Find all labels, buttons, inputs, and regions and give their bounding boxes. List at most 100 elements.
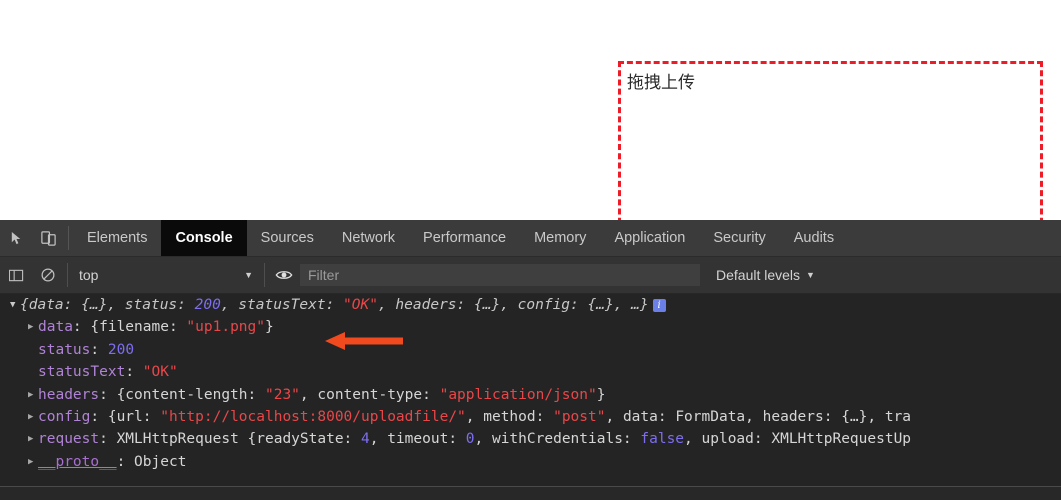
log-levels-selector[interactable]: Default levels ▼	[716, 267, 815, 283]
toolbar-divider-2	[264, 263, 265, 287]
triangle-spacer	[28, 361, 38, 383]
console-token: : {content-length:	[99, 386, 265, 403]
console-line-statusText[interactable]: statusText: "OK"	[0, 361, 1061, 383]
console-token: "application/json"	[439, 386, 597, 403]
console-line-root[interactable]: ▼ {data: {…}, status: 200, statusText: "O…	[0, 294, 1061, 316]
tab-network[interactable]: Network	[328, 220, 409, 256]
tab-elements[interactable]: Elements	[73, 220, 161, 256]
console-token: status	[38, 341, 91, 358]
expand-triangle-open-icon[interactable]: ▼	[10, 294, 20, 316]
tab-performance-label: Performance	[423, 230, 507, 246]
console-token: headers	[38, 386, 100, 403]
info-badge-icon[interactable]: i	[652, 299, 666, 312]
inspect-element-icon[interactable]	[0, 220, 32, 256]
tabbar-divider	[68, 226, 69, 250]
console-prompt-area[interactable]	[0, 487, 1061, 500]
console-token: false	[640, 431, 685, 448]
console-token: "OK"	[142, 364, 178, 381]
console-token: FormData	[675, 408, 746, 425]
tab-performance[interactable]: Performance	[409, 220, 520, 256]
console-token: config	[38, 408, 91, 425]
console-toolbar: top ▼ Default levels ▼	[0, 257, 1061, 294]
console-token: 200	[194, 297, 221, 313]
console-token: , content-type:	[299, 386, 440, 403]
console-token: :	[99, 431, 117, 448]
console-token: }	[265, 319, 274, 336]
console-line-data[interactable]: ▶ data: {filename: "up1.png"}	[0, 316, 1061, 338]
console-token: data	[38, 319, 73, 336]
console-token: statusText	[38, 364, 126, 381]
tab-console-label: Console	[175, 230, 233, 246]
console-token: : {filename:	[72, 319, 187, 336]
console-token: }	[596, 386, 606, 403]
drag-drop-upload-zone[interactable]: 拖拽上传	[618, 61, 1043, 233]
console-token: , headers: {…}, tra	[745, 408, 912, 425]
expand-triangle-closed-icon[interactable]: ▶	[28, 428, 38, 450]
console-filter-input[interactable]	[300, 264, 700, 286]
console-token: {…}	[587, 297, 614, 313]
console-token: , withCredentials:	[474, 431, 641, 448]
console-line-status[interactable]: status: 200	[0, 339, 1061, 361]
console-token: {…}	[81, 297, 108, 313]
devtools-tabbar: Elements Console Sources Network Perform…	[0, 220, 1061, 257]
console-line-proto[interactable]: ▶ __proto__: Object	[0, 451, 1061, 473]
console-token: XMLHttpRequestUp	[771, 431, 912, 448]
tab-audits[interactable]: Audits	[780, 220, 848, 256]
log-levels-label: Default levels	[716, 267, 801, 283]
tab-elements-label: Elements	[87, 230, 148, 246]
console-token: , statusText:	[220, 297, 344, 313]
console-token: "OK"	[343, 297, 378, 313]
console-token: : {url:	[90, 408, 161, 425]
console-token: , timeout:	[369, 431, 466, 448]
tab-security-label: Security	[713, 230, 766, 246]
tab-audits-label: Audits	[793, 230, 835, 246]
chevron-down-icon: ▼	[806, 270, 815, 280]
expand-triangle-closed-icon[interactable]: ▶	[28, 316, 38, 338]
console-token: , data:	[605, 408, 676, 425]
console-output[interactable]: ▼ {data: {…}, status: 200, statusText: "O…	[0, 294, 1061, 500]
console-token: , …}	[613, 297, 649, 313]
console-token: {…}	[474, 297, 501, 313]
expand-triangle-closed-icon[interactable]: ▶	[28, 451, 38, 473]
console-token: , config:	[500, 297, 588, 313]
clear-console-icon[interactable]	[32, 257, 64, 293]
console-token: {readyState:	[238, 431, 362, 448]
tab-application[interactable]: Application	[600, 220, 699, 256]
console-token: , status:	[107, 297, 195, 313]
tab-memory-label: Memory	[534, 230, 587, 246]
console-token: "post"	[553, 408, 606, 425]
tab-memory[interactable]: Memory	[520, 220, 600, 256]
console-token: :	[125, 364, 143, 381]
screenshot-root: 拖拽上传 Elements Console Sources Network Pe…	[0, 0, 1061, 500]
tab-console[interactable]: Console	[161, 220, 247, 256]
console-token: , upload:	[684, 431, 772, 448]
web-page-area: 拖拽上传	[0, 0, 1061, 233]
console-line-headers[interactable]: ▶ headers: {content-length: "23", content…	[0, 384, 1061, 406]
tab-security[interactable]: Security	[699, 220, 779, 256]
console-token: :	[90, 341, 108, 358]
console-token: , headers:	[377, 297, 474, 313]
chevron-down-icon: ▼	[244, 270, 253, 280]
console-token: XMLHttpRequest	[116, 431, 239, 448]
execution-context-selector[interactable]: top ▼	[71, 264, 261, 286]
expand-triangle-closed-icon[interactable]: ▶	[28, 406, 38, 428]
console-line-request[interactable]: ▶ request: XMLHttpRequest {readyState: 4,…	[0, 428, 1061, 450]
tab-sources[interactable]: Sources	[247, 220, 328, 256]
devtools-panel: Elements Console Sources Network Perform…	[0, 220, 1061, 500]
execution-context-value: top	[79, 267, 99, 283]
live-expression-eye-icon[interactable]	[268, 257, 300, 293]
expand-triangle-closed-icon[interactable]: ▶	[28, 384, 38, 406]
device-toolbar-icon[interactable]	[32, 220, 64, 256]
console-token: Object	[134, 453, 187, 470]
console-token: 4	[361, 431, 370, 448]
tab-application-label: Application	[614, 230, 686, 246]
tab-sources-label: Sources	[260, 230, 314, 246]
console-sidebar-icon[interactable]	[0, 257, 32, 293]
console-token: "up1.png"	[186, 319, 265, 336]
triangle-spacer	[28, 339, 38, 361]
console-token: :	[116, 453, 135, 470]
console-line-config[interactable]: ▶ config: {url: "http://localhost:8000/up…	[0, 406, 1061, 428]
toolbar-divider-1	[67, 263, 68, 287]
console-token: "http://localhost:8000/uploadfile/"	[160, 408, 466, 425]
console-token: "23"	[264, 386, 300, 403]
